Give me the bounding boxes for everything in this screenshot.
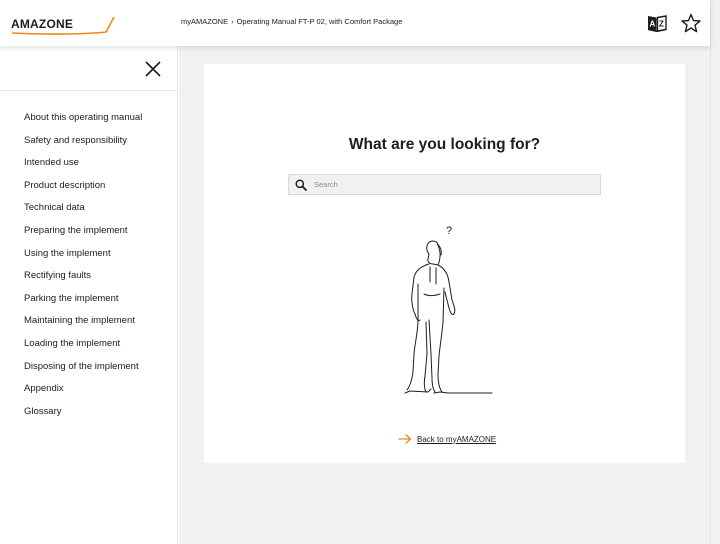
- page-title: What are you looking for?: [348, 136, 541, 153]
- dictionary-icon[interactable]: A Z: [646, 12, 668, 34]
- main-content: What are you looking for? ?: [179, 46, 710, 544]
- amazone-logo[interactable]: AMAZONE: [10, 13, 116, 37]
- sidebar-nav: About this operating manual Safety and r…: [0, 46, 178, 544]
- svg-text:?: ?: [446, 225, 452, 237]
- sidebar-menu: About this operating manual Safety and r…: [24, 112, 142, 428]
- sidebar-item-about[interactable]: About this operating manual: [24, 112, 142, 135]
- breadcrumb-current: Operating Manual FT-P 02, with Comfort P…: [236, 17, 403, 26]
- sidebar-item-using[interactable]: Using the implement: [24, 248, 142, 271]
- svg-text:A: A: [650, 20, 656, 29]
- sidebar-item-safety[interactable]: Safety and responsibility: [24, 135, 142, 158]
- svg-text:Z: Z: [659, 20, 664, 29]
- star-icon[interactable]: [680, 12, 702, 34]
- back-link[interactable]: Back to myAMAZONE: [398, 433, 496, 445]
- breadcrumb: myAMAZONE › Operating Manual FT-P 02, with…: [181, 17, 402, 26]
- sidebar-header: [0, 46, 178, 91]
- top-header: AMAZONE myAMAZONE › Operating Manual FT-P …: [0, 0, 710, 46]
- scrollbar[interactable]: [710, 0, 720, 544]
- header-actions: A Z: [646, 12, 702, 34]
- arrow-right-icon: [398, 434, 412, 444]
- search-bar[interactable]: [288, 174, 601, 195]
- sidebar-item-loading[interactable]: Loading the implement: [24, 338, 142, 361]
- sidebar-item-glossary[interactable]: Glossary: [24, 406, 142, 429]
- search-input[interactable]: [314, 177, 594, 192]
- sidebar-item-preparing[interactable]: Preparing the implement: [24, 225, 142, 248]
- breadcrumb-separator: ›: [231, 17, 234, 26]
- sidebar-item-parking[interactable]: Parking the implement: [24, 293, 142, 316]
- back-link-label: Back to myAMAZONE: [417, 434, 497, 444]
- sidebar-item-product-description[interactable]: Product description: [24, 180, 142, 203]
- logo-text: AMAZONE: [11, 17, 74, 31]
- close-icon[interactable]: [144, 60, 162, 78]
- breadcrumb-home-link[interactable]: myAMAZONE: [181, 17, 228, 26]
- sidebar-item-maintaining[interactable]: Maintaining the implement: [24, 315, 142, 338]
- search-icon: [295, 179, 307, 191]
- sidebar-item-intended-use[interactable]: Intended use: [24, 157, 142, 180]
- sidebar-item-rectifying-faults[interactable]: Rectifying faults: [24, 270, 142, 293]
- sidebar-item-disposing[interactable]: Disposing of the implement: [24, 361, 142, 384]
- confused-person-illustration: ?: [404, 225, 493, 394]
- search-card: What are you looking for? ?: [204, 64, 685, 463]
- sidebar-item-appendix[interactable]: Appendix: [24, 383, 142, 406]
- sidebar-item-technical-data[interactable]: Technical data: [24, 202, 142, 225]
